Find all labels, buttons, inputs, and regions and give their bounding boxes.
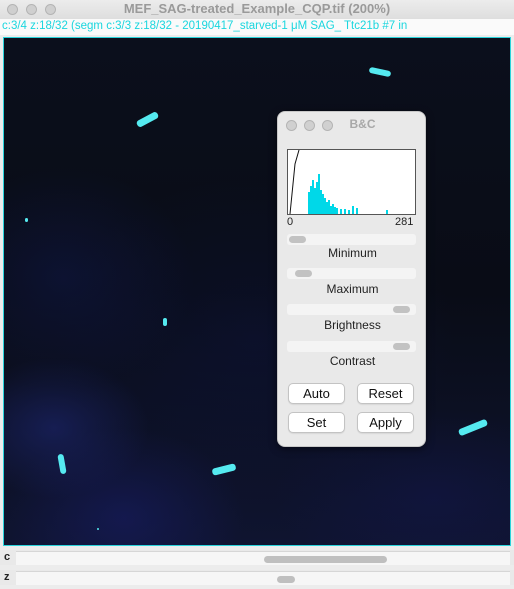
- histogram-plot: [289, 150, 388, 214]
- channel-scrollbar[interactable]: [16, 551, 510, 565]
- image-info-text: c:3/4 z:18/32 (segm c:3/3 z:18/32 - 2019…: [2, 20, 408, 32]
- window-title: MEF_SAG-treated_Example_CQP.tif (200%): [123, 1, 391, 16]
- slice-scrollbar-label: z: [4, 571, 10, 583]
- cilia-signal: [211, 463, 237, 476]
- cilia-signal: [163, 318, 167, 326]
- maximum-slider[interactable]: [287, 268, 416, 279]
- cilia-signal: [457, 418, 489, 437]
- slice-scrollbar[interactable]: [16, 571, 510, 585]
- reset-button[interactable]: Reset: [357, 383, 414, 404]
- auto-button[interactable]: Auto: [288, 383, 345, 404]
- window-titlebar: MEF_SAG-treated_Example_CQP.tif (200%): [0, 0, 514, 19]
- cilia-signal: [57, 453, 67, 475]
- cilia-signal: [368, 66, 392, 78]
- maximum-slider-thumb[interactable]: [295, 270, 312, 277]
- histogram-min-label: 0: [287, 216, 294, 228]
- minimum-slider[interactable]: [287, 234, 416, 245]
- maximum-label: Maximum: [326, 282, 379, 296]
- histogram: [287, 149, 416, 215]
- bc-title: B&C: [349, 117, 376, 131]
- channel-scrollbar-thumb[interactable]: [264, 556, 387, 563]
- cilia-signal: [25, 218, 28, 222]
- minimum-label: Minimum: [328, 246, 377, 260]
- contrast-label: Contrast: [329, 354, 376, 368]
- brightness-label: Brightness: [324, 318, 381, 332]
- contrast-slider-thumb[interactable]: [393, 343, 410, 350]
- image-canvas[interactable]: [3, 37, 511, 546]
- cilia-signal: [135, 111, 160, 128]
- minimum-slider-thumb[interactable]: [289, 236, 306, 243]
- slice-scrollbar-thumb[interactable]: [277, 576, 295, 583]
- image-info-bar: c:3/4 z:18/32 (segm c:3/3 z:18/32 - 2019…: [0, 19, 514, 35]
- channel-scrollbar-label: c: [4, 551, 11, 563]
- brightness-slider[interactable]: [287, 304, 416, 315]
- cilia-signal: [97, 528, 99, 530]
- channel-scrollbar-row: c: [0, 550, 514, 565]
- apply-button[interactable]: Apply: [357, 412, 414, 433]
- brightness-contrast-panel: B&C 0 281 Minimum Maximum Brightness Con…: [277, 111, 426, 447]
- slice-scrollbar-row: z: [0, 570, 514, 585]
- set-button[interactable]: Set: [288, 412, 345, 433]
- brightness-slider-thumb[interactable]: [393, 306, 410, 313]
- contrast-slider[interactable]: [287, 341, 416, 352]
- histogram-max-label: 281: [395, 216, 414, 228]
